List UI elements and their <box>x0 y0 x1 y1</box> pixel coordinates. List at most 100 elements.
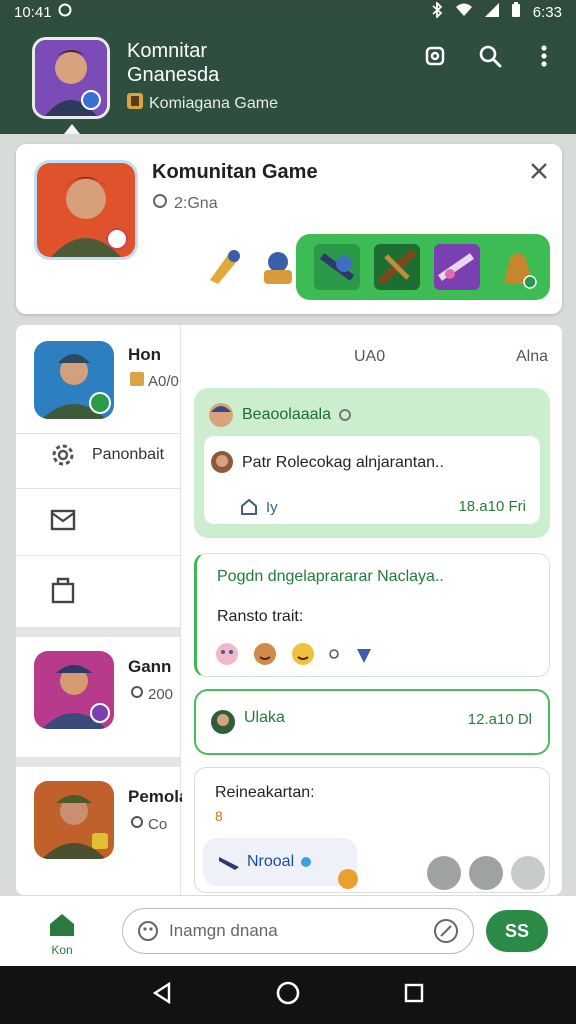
chat-header-right: Alna <box>515 348 548 365</box>
home-tab[interactable]: Kon <box>44 912 80 957</box>
send-button[interactable]: SS <box>486 910 548 952</box>
sidebar-item-meta-text: A0/0 <box>148 372 179 390</box>
reaction-icon[interactable] <box>337 868 359 895</box>
community-avatar[interactable] <box>32 37 110 119</box>
message-bubble[interactable]: Ulaka 12.a10 Dl <box>194 689 550 755</box>
status-right-time: 6:33 <box>532 3 562 21</box>
store-icon <box>51 577 75 604</box>
signal-icon <box>484 3 499 21</box>
chat-header-left: UA0 <box>354 348 386 365</box>
sidebar-item-meta-text: Co <box>148 815 168 833</box>
emote-item[interactable] <box>254 244 300 290</box>
record-button[interactable] <box>469 856 503 890</box>
members-icon <box>130 815 144 833</box>
sticker-button[interactable] <box>511 856 545 890</box>
close-icon <box>531 163 547 179</box>
sidebar-mail-button[interactable] <box>50 507 76 538</box>
divider <box>16 433 181 434</box>
home-label: Kon <box>51 943 73 957</box>
message-bubble[interactable]: Reineakartan: 8 Nrooal <box>194 767 550 893</box>
reaction-icon[interactable] <box>329 649 339 659</box>
sidebar-item-name[interactable]: Gann <box>128 657 171 677</box>
sender-avatar-icon <box>209 403 233 427</box>
emote-item[interactable] <box>200 244 246 290</box>
pointer-caret <box>64 124 80 134</box>
game-card-meta: 2:Gna <box>152 193 218 214</box>
back-icon <box>153 981 171 1004</box>
message-time: 12.a10 Dl <box>467 711 532 728</box>
emote-item[interactable] <box>374 244 420 290</box>
battery-icon <box>511 2 521 22</box>
sidebar-menu-item[interactable]: Panonbait <box>50 442 164 468</box>
more-vert-icon <box>541 45 547 67</box>
recents-icon <box>404 983 423 1002</box>
quote-footer: Iy <box>240 498 278 516</box>
attach-icon[interactable] <box>433 918 459 944</box>
info-icon <box>301 857 312 867</box>
sidebar-item-name[interactable]: Pemola <box>128 787 188 807</box>
bluetooth-icon <box>431 0 443 22</box>
emote-item[interactable] <box>434 244 480 290</box>
sidebar-thumb[interactable] <box>34 651 114 729</box>
game-avatar[interactable] <box>34 160 138 260</box>
search-button[interactable] <box>476 42 504 70</box>
emoji-icon[interactable] <box>137 920 159 942</box>
sender-avatar-icon <box>211 710 235 734</box>
share-icon <box>425 46 445 66</box>
reaction-icon[interactable] <box>353 643 375 665</box>
sidebar-item-meta-text: 200 <box>148 685 174 703</box>
reaction-icon[interactable] <box>253 642 277 666</box>
message-bubble[interactable]: Beaoolaaala Patr Rolecokag alnjarantan..… <box>194 388 550 538</box>
reaction-icon[interactable] <box>215 642 239 666</box>
reaction-icon[interactable] <box>291 642 315 666</box>
sidebar: Hon A0/0 Panonbait Gann 200 Pemola Co <box>16 325 188 895</box>
back-button[interactable] <box>151 981 173 1009</box>
status-time: 10:41 <box>14 3 52 21</box>
sidebar-menu-label: Panonbait <box>92 446 165 463</box>
quote-text: Patr Rolecokag alnjarantan.. <box>242 454 444 471</box>
emote-item[interactable] <box>494 244 540 290</box>
divider <box>16 488 181 489</box>
more-options-button[interactable] <box>530 42 558 70</box>
camera-button[interactable] <box>427 856 461 890</box>
home-system-button[interactable] <box>276 981 300 1010</box>
sidebar-item-name[interactable]: Hon <box>128 345 161 365</box>
app-title-line1: Komnitar <box>127 40 208 62</box>
sidebar-item-meta: Co <box>130 815 167 833</box>
attachment-chip[interactable]: Nrooal <box>203 838 357 886</box>
section-gap <box>16 627 181 637</box>
sidebar-item-meta: 200 <box>130 685 173 703</box>
game-card: Komunitan Game 2:Gna <box>16 144 562 314</box>
quote-avatar-icon <box>211 451 233 473</box>
mail-icon <box>50 509 76 531</box>
system-nav-bar <box>0 966 576 1024</box>
message-text: Reineakartan: <box>215 784 315 801</box>
bottom-bar: Kon SS <box>0 896 576 966</box>
close-button[interactable] <box>528 160 550 182</box>
sidebar-store-button[interactable] <box>50 576 76 609</box>
sidebar-thumb[interactable] <box>34 341 114 419</box>
sidebar-thumb[interactable] <box>34 781 114 859</box>
sender-name[interactable]: Ulaka <box>244 709 285 727</box>
verified-icon <box>338 409 351 421</box>
recents-button[interactable] <box>403 982 425 1009</box>
share-button[interactable] <box>422 42 450 70</box>
quoted-message[interactable]: Patr Rolecokag alnjarantan.. Iy 18.a10 F… <box>204 436 540 524</box>
message-text: Pogdn dngelaprararar Naclaya.. <box>217 568 444 585</box>
settings-icon <box>52 444 74 466</box>
sidebar-item-meta: A0/0 <box>130 372 179 390</box>
weapon-icon <box>219 857 239 870</box>
message-input-wrapper <box>122 908 474 954</box>
app-subtitle: Komiagana Game <box>127 93 278 114</box>
notification-icon <box>58 3 72 21</box>
message-time: 18.a10 Fri <box>458 498 526 515</box>
app-subtitle-text: Komiagana Game <box>149 94 278 112</box>
message-input[interactable] <box>169 921 423 941</box>
badge-icon <box>130 372 144 390</box>
search-icon <box>479 45 502 68</box>
emote-item[interactable] <box>314 244 360 290</box>
message-bubble[interactable]: Pogdn dngelaprararar Naclaya.. Ransto tr… <box>194 553 550 677</box>
app-bar: Komnitar Gnanesda Komiagana Game <box>0 24 576 134</box>
sender-name[interactable]: Beaoolaaala <box>242 406 331 424</box>
message-subtext: 8 <box>215 808 223 824</box>
